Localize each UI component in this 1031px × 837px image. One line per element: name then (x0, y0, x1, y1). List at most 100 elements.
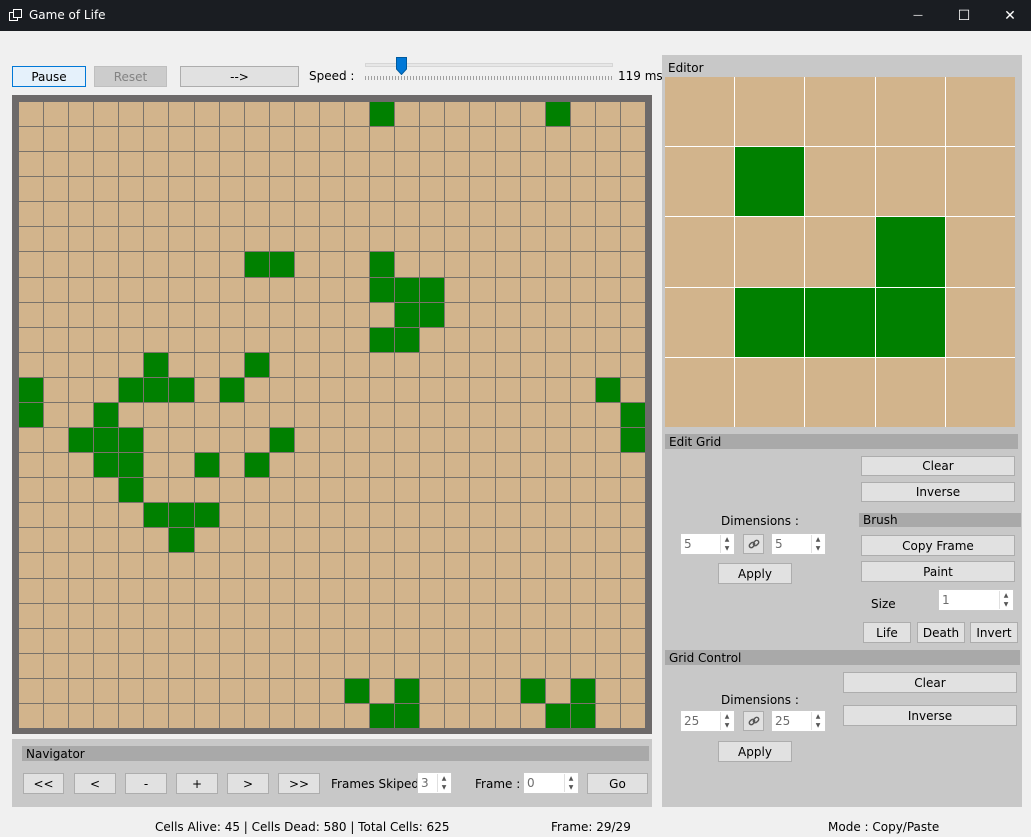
board-cell-dead[interactable] (269, 152, 294, 177)
board-cell-dead[interactable] (470, 453, 495, 478)
board-cell-dead[interactable] (144, 478, 169, 503)
board-cell-dead[interactable] (545, 628, 570, 653)
board-cell-dead[interactable] (570, 277, 595, 302)
board-cell-dead[interactable] (570, 152, 595, 177)
board-cell-dead[interactable] (520, 377, 545, 402)
board-cell-dead[interactable] (595, 152, 620, 177)
board-cell-dead[interactable] (570, 352, 595, 377)
board-cell-dead[interactable] (420, 152, 445, 177)
board-cell-dead[interactable] (244, 478, 269, 503)
board-cell-dead[interactable] (169, 703, 194, 728)
board-cell-dead[interactable] (69, 352, 94, 377)
board-cell-alive[interactable] (69, 428, 94, 453)
board-cell-dead[interactable] (19, 678, 44, 703)
board-cell-dead[interactable] (44, 402, 69, 428)
board-cell-dead[interactable] (119, 703, 144, 728)
board-cell-dead[interactable] (69, 528, 94, 553)
board-cell-dead[interactable] (44, 352, 69, 377)
board-cell-dead[interactable] (520, 327, 545, 352)
board-cell-dead[interactable] (370, 628, 395, 653)
death-button[interactable]: Death (917, 622, 965, 643)
board-cell-dead[interactable] (244, 503, 269, 528)
board-cell-dead[interactable] (44, 703, 69, 728)
board-cell-alive[interactable] (395, 277, 420, 302)
board-cell-dead[interactable] (620, 227, 645, 252)
board-cell-dead[interactable] (620, 127, 645, 152)
board-cell-dead[interactable] (495, 453, 520, 478)
board-cell-dead[interactable] (520, 402, 545, 428)
board-cell-dead[interactable] (520, 628, 545, 653)
board-cell-dead[interactable] (294, 152, 319, 177)
board-cell-alive[interactable] (595, 377, 620, 402)
board-cell-dead[interactable] (520, 528, 545, 553)
board-cell-dead[interactable] (470, 377, 495, 402)
speed-slider[interactable] (365, 57, 613, 81)
board-cell-dead[interactable] (69, 377, 94, 402)
board-cell-dead[interactable] (445, 553, 470, 578)
board-cell-dead[interactable] (44, 428, 69, 453)
board-cell-dead[interactable] (470, 252, 495, 277)
board-cell-dead[interactable] (595, 402, 620, 428)
go-button[interactable]: Go (587, 773, 648, 794)
board-cell-dead[interactable] (545, 528, 570, 553)
board-cell-dead[interactable] (345, 252, 370, 277)
board-cell-dead[interactable] (269, 528, 294, 553)
board-cell-alive[interactable] (244, 453, 269, 478)
board-cell-dead[interactable] (19, 102, 44, 127)
board-cell-dead[interactable] (420, 453, 445, 478)
board-cell-dead[interactable] (269, 302, 294, 327)
board-cell-dead[interactable] (169, 127, 194, 152)
board-cell-dead[interactable] (395, 503, 420, 528)
editor-cell-dead[interactable] (665, 77, 735, 147)
board-cell-dead[interactable] (570, 553, 595, 578)
board-cell-dead[interactable] (94, 152, 119, 177)
board-cell-dead[interactable] (520, 127, 545, 152)
editor-cell-dead[interactable] (735, 217, 805, 287)
board-cell-dead[interactable] (395, 227, 420, 252)
board-cell-dead[interactable] (395, 653, 420, 678)
board-cell-alive[interactable] (570, 703, 595, 728)
board-cell-dead[interactable] (69, 102, 94, 127)
board-cell-dead[interactable] (169, 628, 194, 653)
board-cell-dead[interactable] (244, 678, 269, 703)
board-cell-dead[interactable] (345, 628, 370, 653)
board-cell-dead[interactable] (219, 327, 244, 352)
board-cell-dead[interactable] (595, 428, 620, 453)
board-cell-dead[interactable] (44, 678, 69, 703)
board-cell-dead[interactable] (470, 202, 495, 227)
board-cell-dead[interactable] (319, 152, 345, 177)
board-cell-dead[interactable] (570, 428, 595, 453)
board-cell-dead[interactable] (19, 553, 44, 578)
board-cell-dead[interactable] (269, 127, 294, 152)
board-cell-dead[interactable] (94, 503, 119, 528)
board-cell-dead[interactable] (620, 202, 645, 227)
board-cell-dead[interactable] (244, 202, 269, 227)
maximize-button[interactable]: ☐ (941, 0, 987, 31)
board-cell-dead[interactable] (545, 302, 570, 327)
board-cell-dead[interactable] (144, 227, 169, 252)
board-cell-dead[interactable] (144, 177, 169, 202)
board-cell-dead[interactable] (219, 703, 244, 728)
board-cell-dead[interactable] (545, 503, 570, 528)
board-cell-dead[interactable] (470, 678, 495, 703)
board-cell-dead[interactable] (194, 302, 219, 327)
board-cell-dead[interactable] (445, 453, 470, 478)
board-cell-dead[interactable] (445, 177, 470, 202)
board-cell-dead[interactable] (395, 578, 420, 603)
board-cell-dead[interactable] (370, 352, 395, 377)
board-cell-dead[interactable] (345, 603, 370, 628)
board-cell-dead[interactable] (545, 553, 570, 578)
spin-down-icon[interactable]: ▼ (811, 721, 824, 730)
board-cell-dead[interactable] (520, 202, 545, 227)
board-cell-dead[interactable] (194, 578, 219, 603)
board-cell-dead[interactable] (169, 277, 194, 302)
board-cell-dead[interactable] (370, 377, 395, 402)
board-cell-dead[interactable] (495, 628, 520, 653)
board-cell-dead[interactable] (294, 402, 319, 428)
board-cell-alive[interactable] (395, 302, 420, 327)
board-cell-dead[interactable] (370, 127, 395, 152)
board-cell-dead[interactable] (69, 453, 94, 478)
board-cell-dead[interactable] (395, 127, 420, 152)
board-cell-dead[interactable] (345, 453, 370, 478)
board-cell-dead[interactable] (445, 503, 470, 528)
